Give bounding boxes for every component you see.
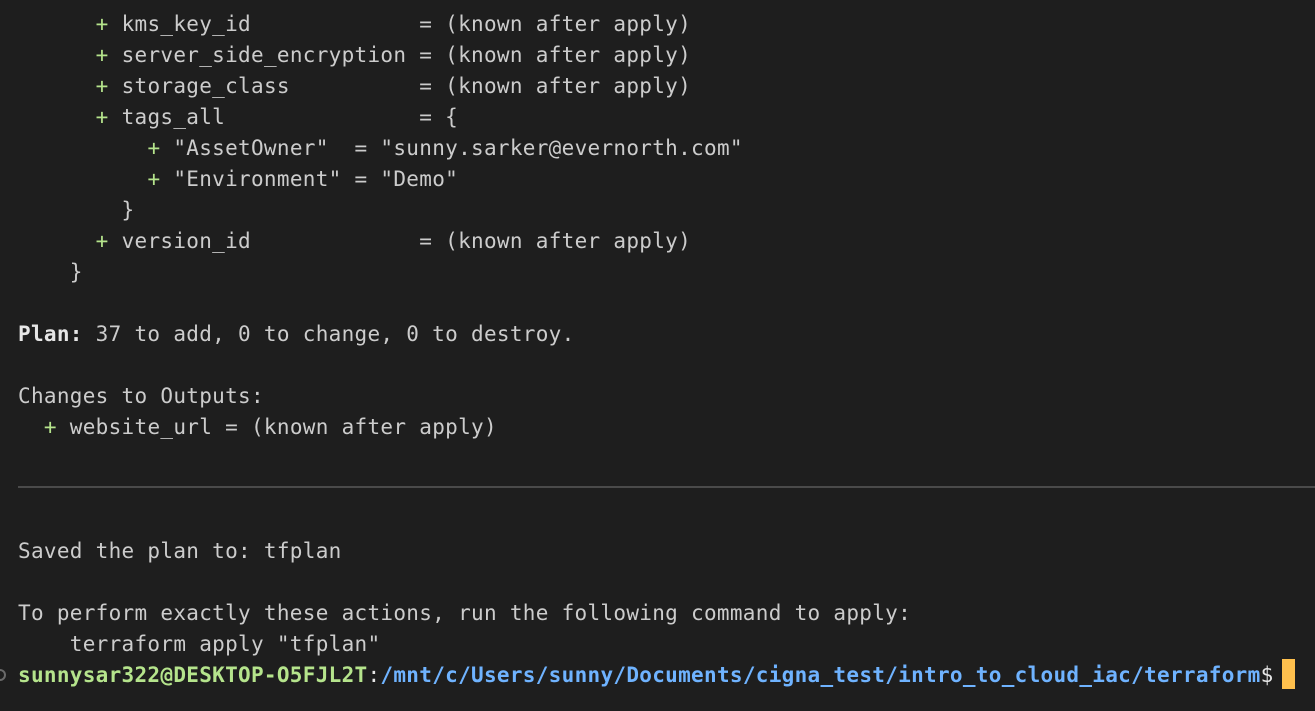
plan-label: Plan: xyxy=(18,322,83,346)
plus-sign: + xyxy=(95,43,109,67)
plus-sign: + xyxy=(95,12,109,36)
plan-attr-line: + server_side_encryption = (known after … xyxy=(95,43,692,67)
plus-sign: + xyxy=(147,167,161,191)
plan-summary: Plan: 37 to add, 0 to change, 0 to destr… xyxy=(18,319,575,350)
prompt-separator: : xyxy=(367,663,381,687)
plan-attr-line: + tags_all = { xyxy=(95,105,459,129)
prompt-dollar: $ xyxy=(1260,663,1274,687)
plus-sign: + xyxy=(95,74,109,98)
apply-hint: To perform exactly these actions, run th… xyxy=(18,601,912,625)
apply-command[interactable]: terraform apply "tfplan" xyxy=(18,629,380,660)
text-cursor xyxy=(1281,659,1295,689)
outputs-header: Changes to Outputs: xyxy=(18,384,264,408)
plus-sign: + xyxy=(147,136,161,160)
plan-attr-line: + version_id = (known after apply) xyxy=(95,229,692,253)
terminal-window[interactable]: + kms_key_id = (known after apply) + ser… xyxy=(0,0,1315,711)
command-decoration-icon[interactable] xyxy=(0,669,6,681)
plan-attr-line: + kms_key_id = (known after apply) xyxy=(95,12,692,36)
separator-rule xyxy=(18,486,1315,488)
plan-attr-line: } xyxy=(18,198,135,222)
plan-attr-line: } xyxy=(18,260,83,284)
plus-sign: + xyxy=(43,415,57,439)
shell-prompt[interactable]: sunnysar322@DESKTOP-O5FJL2T:/mnt/c/Users… xyxy=(18,659,1295,691)
plan-attr-line: + "AssetOwner" = "sunny.sarker@evernorth… xyxy=(147,136,743,160)
plus-sign: + xyxy=(95,229,109,253)
prompt-path: /mnt/c/Users/sunny/Documents/cigna_test/… xyxy=(380,663,1261,687)
plus-sign: + xyxy=(95,105,109,129)
prompt-user-host: sunnysar322@DESKTOP-O5FJL2T xyxy=(18,663,368,687)
plan-attr-line: + "Environment" = "Demo" xyxy=(147,167,459,191)
saved-plan-message: Saved the plan to: tfplan xyxy=(18,539,342,563)
plan-attr-line: + storage_class = (known after apply) xyxy=(95,74,692,98)
output-line: + website_url = (known after apply) xyxy=(43,415,497,439)
plan-counts: 37 to add, 0 to change, 0 to destroy. xyxy=(82,322,575,346)
